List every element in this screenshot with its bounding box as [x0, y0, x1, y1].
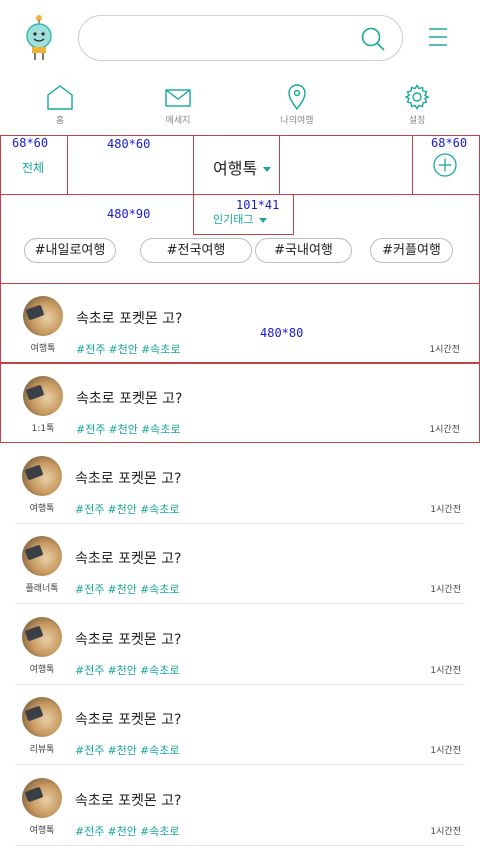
post-tag[interactable]: #전주 — [75, 583, 104, 596]
post-tag[interactable]: #속초로 — [140, 744, 180, 757]
post-title: 속초로 포켓몬 고? — [75, 471, 182, 487]
plus-circle-icon[interactable] — [433, 153, 457, 177]
post-board-name: 여행톡 — [29, 826, 55, 836]
search-input[interactable] — [78, 15, 403, 61]
post-tag[interactable]: #천안 — [107, 825, 136, 838]
list-item[interactable]: 리뷰톡 속초로 포켓몬 고? #전주 #천안 #속초로 1시간전 — [0, 685, 480, 765]
post-title: 속초로 포켓몬 고? — [75, 551, 182, 567]
list-item[interactable]: 여행톡 속초로 포켓몬 고? #전주 #천안 #속초로 1시간전 — [0, 766, 480, 846]
gear-icon — [404, 84, 430, 110]
post-board-name: 여행톡 — [29, 665, 55, 675]
board-title-text: 여행톡 — [213, 159, 258, 178]
tag-chip[interactable]: #국내여행 — [255, 238, 352, 263]
post-tag[interactable]: #속초로 — [140, 825, 180, 838]
annotation-bar-size: 480*60 — [107, 137, 151, 151]
post-tag[interactable]: #전주 — [76, 343, 105, 356]
annotation-tag-zone-size: 480*90 — [107, 207, 151, 221]
post-tag[interactable]: #속초로 — [140, 503, 180, 516]
post-board-name: 여행톡 — [30, 344, 56, 354]
nav-settings[interactable]: 설정 — [357, 80, 477, 130]
tag-chip[interactable]: #전국여행 — [140, 238, 252, 263]
post-time: 1시간전 — [429, 345, 460, 355]
post-tags: #전주 #천안 #속초로 — [75, 742, 183, 758]
avatar — [23, 296, 63, 336]
avatar — [22, 456, 62, 496]
all-label[interactable]: 전체 — [22, 159, 44, 176]
nav-home[interactable]: 홈 — [0, 80, 120, 130]
popular-tag-label[interactable]: 인기태그 — [213, 211, 268, 227]
tag-chip[interactable]: #커플여행 — [370, 238, 453, 263]
post-tag[interactable]: #속초로 — [140, 583, 180, 596]
popular-tag-text: 인기태그 — [213, 213, 254, 226]
post-board-name: 여행톡 — [29, 504, 55, 514]
post-tag[interactable]: #천안 — [108, 423, 137, 436]
nav-my-trip-label: 나의여행 — [280, 116, 314, 126]
post-tag[interactable]: #속초로 — [141, 343, 181, 356]
post-time: 1시간전 — [429, 425, 460, 435]
post-tag[interactable]: #전주 — [75, 744, 104, 757]
post-tag[interactable]: #천안 — [108, 343, 137, 356]
post-title: 속초로 포켓몬 고? — [76, 391, 183, 407]
post-time: 1시간전 — [430, 505, 461, 515]
home-icon — [47, 85, 73, 110]
post-title: 속초로 포켓몬 고? — [75, 712, 182, 728]
post-title: 속초로 포켓몬 고? — [75, 793, 182, 809]
post-tag[interactable]: #속초로 — [141, 423, 181, 436]
post-tags: #전주 #천안 #속초로 — [75, 662, 183, 678]
avatar — [22, 536, 62, 576]
tag-chip[interactable]: #내일로여행 — [24, 238, 116, 263]
post-tag[interactable]: #천안 — [107, 664, 136, 677]
post-tag[interactable]: #천안 — [107, 744, 136, 757]
avatar — [22, 778, 62, 818]
list-item[interactable]: 여행톡 속초로 포켓몬 고? #전주 #천안 #속초로 1시간전 — [0, 605, 480, 685]
location-pin-icon — [288, 84, 306, 110]
nav-my-trip[interactable]: 나의여행 — [237, 80, 357, 130]
post-board-name: 플래너톡 — [25, 584, 59, 594]
post-tag[interactable]: #전주 — [75, 664, 104, 677]
post-tag[interactable]: #전주 — [75, 825, 104, 838]
post-time: 1시간전 — [430, 746, 461, 756]
post-time: 1시간전 — [430, 827, 461, 837]
nav-settings-label: 설정 — [408, 116, 426, 126]
list-item[interactable]: 1:1톡 속초로 포켓몬 고? #전주 #천안 #속초로 1시간전 — [0, 363, 480, 443]
post-tag[interactable]: #전주 — [76, 423, 105, 436]
list-item[interactable]: 플래너톡 속초로 포켓몬 고? #전주 #천안 #속초로 1시간전 — [0, 524, 480, 604]
hamburger-menu-icon[interactable] — [428, 27, 448, 47]
list-item[interactable]: 여행톡 속초로 포켓몬 고? #전주 #천안 #속초로 1시간전 — [0, 283, 480, 363]
list-item[interactable]: 여행톡 속초로 포켓몬 고? #전주 #천안 #속초로 1시간전 — [0, 444, 480, 524]
mail-icon — [165, 89, 191, 107]
annotation-post-size: 480*80 — [260, 326, 304, 340]
post-time: 1시간전 — [430, 585, 461, 595]
board-title[interactable]: 여행톡 — [213, 155, 272, 179]
post-time: 1시간전 — [430, 666, 461, 676]
avatar — [23, 376, 63, 416]
post-tags: #전주 #천안 #속초로 — [75, 581, 183, 597]
post-board-name: 1:1톡 — [31, 424, 55, 434]
post-tags: #전주 #천안 #속초로 — [76, 341, 184, 357]
post-title: 속초로 포켓몬 고? — [75, 632, 182, 648]
post-tags: #전주 #천안 #속초로 — [75, 501, 183, 517]
avatar — [22, 617, 62, 657]
annotation-plus-size: 68*60 — [431, 136, 468, 150]
avatar — [22, 697, 62, 737]
nav-message-label: 메세지 — [165, 116, 191, 126]
search-icon[interactable] — [360, 26, 386, 52]
post-tags: #전주 #천안 #속초로 — [75, 823, 183, 839]
post-title: 속초로 포켓몬 고? — [76, 311, 183, 327]
post-board-name: 리뷰톡 — [29, 745, 55, 755]
robot-mascot-logo[interactable] — [22, 14, 56, 62]
annotation-all-size: 68*60 — [12, 136, 49, 150]
chevron-down-icon — [259, 217, 268, 223]
top-bar — [0, 0, 480, 78]
nav-home-label: 홈 — [55, 116, 65, 126]
main-nav: 홈 메세지 나의여행 설정 — [0, 80, 480, 130]
chevron-down-icon — [263, 167, 272, 172]
nav-message[interactable]: 메세지 — [118, 80, 238, 130]
post-tags: #전주 #천안 #속초로 — [76, 421, 184, 437]
post-tag[interactable]: #천안 — [107, 583, 136, 596]
post-tag[interactable]: #속초로 — [140, 664, 180, 677]
post-tag[interactable]: #천안 — [107, 503, 136, 516]
annotation-poptag-size: 101*41 — [236, 198, 280, 212]
post-tag[interactable]: #전주 — [75, 503, 104, 516]
